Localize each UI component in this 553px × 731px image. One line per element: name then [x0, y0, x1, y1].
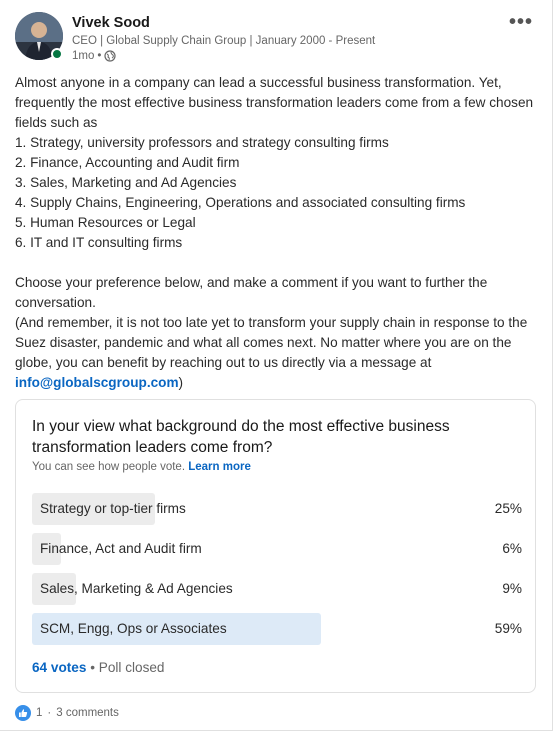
poll-votes-link[interactable]: 64 votes	[32, 660, 86, 675]
poll-option-label: Finance, Act and Audit firm	[40, 541, 202, 556]
comment-count[interactable]: 3 comments	[56, 707, 119, 719]
globe-icon	[104, 50, 117, 62]
list-item: 2. Finance, Accounting and Audit firm	[15, 155, 240, 170]
post-card: Vivek Sood CEO | Global Supply Chain Gro…	[0, 0, 553, 731]
poll-option[interactable]: Sales, Marketing & Ad Agencies 9%	[32, 573, 522, 605]
post-header: Vivek Sood CEO | Global Supply Chain Gro…	[15, 12, 537, 64]
reaction-count[interactable]: 1	[36, 707, 42, 719]
post-paragraph-text: (And remember, it is not too late yet to…	[15, 315, 528, 370]
poll-subtext: You can see how people vote. Learn more	[32, 461, 251, 473]
post-intro: Almost anyone in a company can lead a su…	[15, 75, 534, 130]
list-item: 3. Sales, Marketing and Ad Agencies	[15, 175, 237, 190]
post-meta: 1mo •	[72, 50, 117, 62]
list-item: 6. IT and IT consulting firms	[15, 235, 183, 250]
email-link[interactable]: info@globalscgroup.com	[15, 375, 179, 390]
poll-option[interactable]: Strategy or top-tier firms 25%	[32, 493, 522, 525]
author-headline: CEO | Global Supply Chain Group | Januar…	[72, 35, 376, 47]
poll-option-label: Sales, Marketing & Ad Agencies	[40, 581, 233, 596]
poll-option[interactable]: SCM, Engg, Ops or Associates 59%	[32, 613, 522, 645]
thumbs-up-icon[interactable]	[15, 705, 31, 721]
poll-question: In your view what background do the most…	[32, 418, 450, 456]
poll-option-percent: 9%	[502, 581, 522, 596]
post-time: 1mo	[72, 50, 95, 62]
more-options-button[interactable]: •••	[509, 12, 533, 32]
poll-footer-separator: •	[90, 660, 95, 675]
presence-indicator	[51, 48, 63, 60]
poll-footer: 64 votes • Poll closed	[32, 660, 165, 675]
poll-option-percent: 25%	[494, 501, 522, 516]
list-item: 5. Human Resources or Legal	[15, 215, 196, 230]
poll-option-label: SCM, Engg, Ops or Associates	[40, 621, 227, 636]
post-paragraph-end: )	[178, 375, 184, 390]
post-paragraph: (And remember, it is not too late yet to…	[15, 313, 537, 393]
poll-status: Poll closed	[98, 660, 165, 675]
learn-more-link[interactable]: Learn more	[188, 461, 251, 473]
poll-option-percent: 6%	[502, 541, 522, 556]
list-item: 4. Supply Chains, Engineering, Operation…	[15, 195, 466, 210]
poll-card: In your view what background do the most…	[15, 399, 536, 693]
poll-visibility-text: You can see how people vote.	[32, 461, 186, 473]
poll-option-label: Strategy or top-tier firms	[40, 501, 186, 516]
poll-option[interactable]: Finance, Act and Audit firm 6%	[32, 533, 522, 565]
list-item: 1. Strategy, university professors and s…	[15, 135, 389, 150]
social-counts: 1 · 3 comments	[15, 705, 119, 721]
author-name[interactable]: Vivek Sood	[72, 15, 150, 31]
poll-option-percent: 59%	[494, 621, 522, 636]
meta-separator: •	[97, 50, 102, 62]
social-separator: ·	[47, 707, 52, 719]
post-body: Almost anyone in a company can lead a su…	[15, 73, 537, 393]
post-paragraph: Choose your preference below, and make a…	[15, 275, 488, 310]
